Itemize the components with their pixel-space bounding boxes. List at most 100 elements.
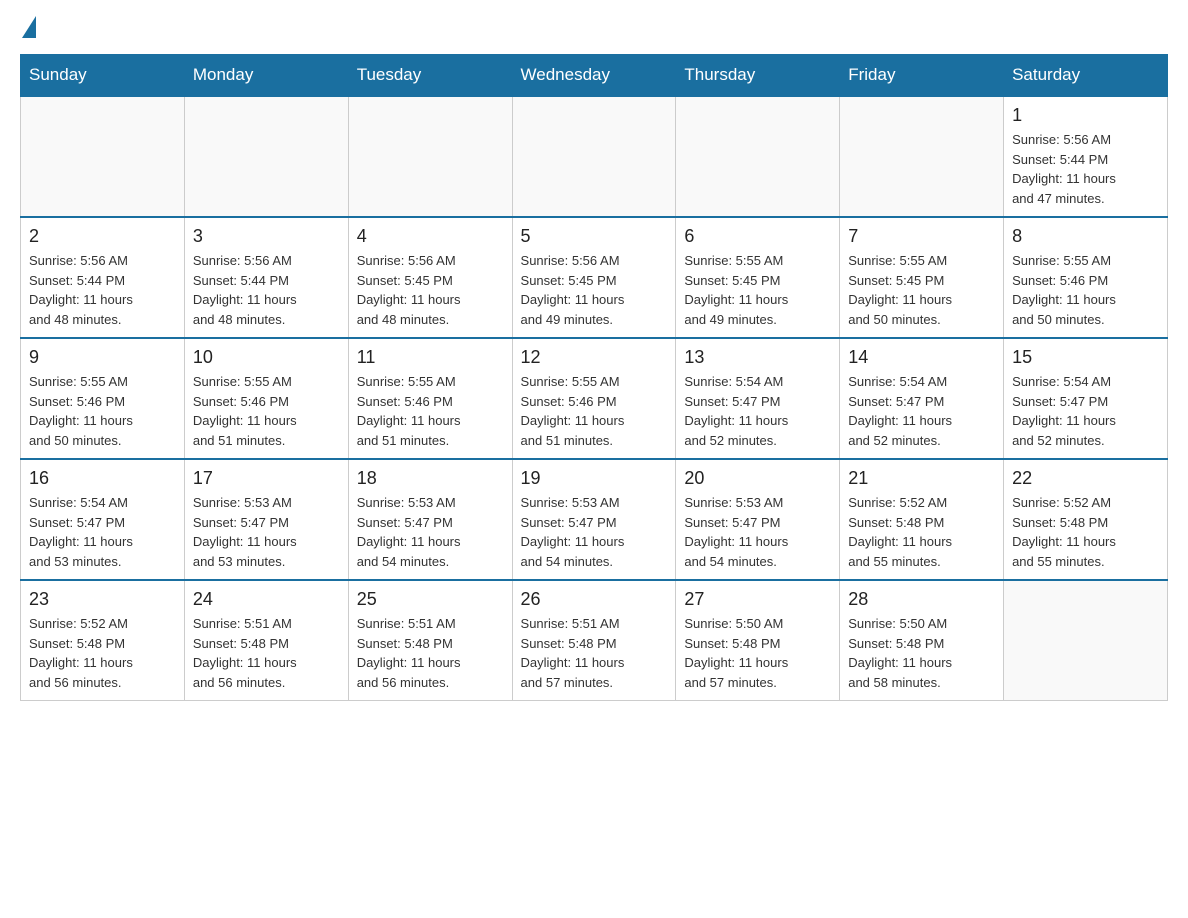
day-info: Sunrise: 5:54 AM Sunset: 5:47 PM Dayligh… — [29, 493, 176, 571]
day-number: 3 — [193, 226, 340, 247]
calendar-day-cell: 1 Sunrise: 5:56 AM Sunset: 5:44 PM Daylig… — [1004, 96, 1168, 217]
calendar-day-cell: 15 Sunrise: 5:54 AM Sunset: 5:47 PM Dayli… — [1004, 338, 1168, 459]
calendar-day-cell: 16 Sunrise: 5:54 AM Sunset: 5:47 PM Dayli… — [21, 459, 185, 580]
day-number: 1 — [1012, 105, 1159, 126]
day-number: 4 — [357, 226, 504, 247]
day-of-week-header: Saturday — [1004, 55, 1168, 97]
day-number: 18 — [357, 468, 504, 489]
day-number: 6 — [684, 226, 831, 247]
calendar-day-cell: 12 Sunrise: 5:55 AM Sunset: 5:46 PM Dayli… — [512, 338, 676, 459]
day-number: 28 — [848, 589, 995, 610]
day-of-week-header: Monday — [184, 55, 348, 97]
day-info: Sunrise: 5:52 AM Sunset: 5:48 PM Dayligh… — [848, 493, 995, 571]
day-info: Sunrise: 5:54 AM Sunset: 5:47 PM Dayligh… — [848, 372, 995, 450]
calendar-day-cell — [840, 96, 1004, 217]
day-info: Sunrise: 5:50 AM Sunset: 5:48 PM Dayligh… — [684, 614, 831, 692]
day-number: 19 — [521, 468, 668, 489]
day-number: 10 — [193, 347, 340, 368]
day-number: 22 — [1012, 468, 1159, 489]
calendar-day-cell: 14 Sunrise: 5:54 AM Sunset: 5:47 PM Dayli… — [840, 338, 1004, 459]
day-info: Sunrise: 5:55 AM Sunset: 5:46 PM Dayligh… — [521, 372, 668, 450]
day-number: 23 — [29, 589, 176, 610]
calendar-day-cell — [184, 96, 348, 217]
day-of-week-header: Wednesday — [512, 55, 676, 97]
day-info: Sunrise: 5:52 AM Sunset: 5:48 PM Dayligh… — [29, 614, 176, 692]
day-number: 26 — [521, 589, 668, 610]
day-info: Sunrise: 5:51 AM Sunset: 5:48 PM Dayligh… — [193, 614, 340, 692]
calendar-week-row: 2 Sunrise: 5:56 AM Sunset: 5:44 PM Daylig… — [21, 217, 1168, 338]
calendar-week-row: 1 Sunrise: 5:56 AM Sunset: 5:44 PM Daylig… — [21, 96, 1168, 217]
day-info: Sunrise: 5:55 AM Sunset: 5:45 PM Dayligh… — [848, 251, 995, 329]
day-info: Sunrise: 5:53 AM Sunset: 5:47 PM Dayligh… — [521, 493, 668, 571]
calendar-day-cell: 3 Sunrise: 5:56 AM Sunset: 5:44 PM Daylig… — [184, 217, 348, 338]
calendar-day-cell: 10 Sunrise: 5:55 AM Sunset: 5:46 PM Dayli… — [184, 338, 348, 459]
day-info: Sunrise: 5:51 AM Sunset: 5:48 PM Dayligh… — [521, 614, 668, 692]
calendar-header-row: SundayMondayTuesdayWednesdayThursdayFrid… — [21, 55, 1168, 97]
day-info: Sunrise: 5:53 AM Sunset: 5:47 PM Dayligh… — [193, 493, 340, 571]
page-header — [20, 20, 1168, 34]
calendar-day-cell — [348, 96, 512, 217]
calendar-day-cell: 23 Sunrise: 5:52 AM Sunset: 5:48 PM Dayli… — [21, 580, 185, 701]
calendar-day-cell: 21 Sunrise: 5:52 AM Sunset: 5:48 PM Dayli… — [840, 459, 1004, 580]
day-info: Sunrise: 5:53 AM Sunset: 5:47 PM Dayligh… — [684, 493, 831, 571]
calendar-day-cell: 8 Sunrise: 5:55 AM Sunset: 5:46 PM Daylig… — [1004, 217, 1168, 338]
day-info: Sunrise: 5:50 AM Sunset: 5:48 PM Dayligh… — [848, 614, 995, 692]
day-number: 27 — [684, 589, 831, 610]
day-info: Sunrise: 5:56 AM Sunset: 5:44 PM Dayligh… — [1012, 130, 1159, 208]
day-info: Sunrise: 5:56 AM Sunset: 5:45 PM Dayligh… — [357, 251, 504, 329]
day-number: 9 — [29, 347, 176, 368]
calendar-day-cell — [676, 96, 840, 217]
day-info: Sunrise: 5:54 AM Sunset: 5:47 PM Dayligh… — [1012, 372, 1159, 450]
day-number: 24 — [193, 589, 340, 610]
day-number: 7 — [848, 226, 995, 247]
day-of-week-header: Sunday — [21, 55, 185, 97]
logo — [20, 20, 36, 34]
day-number: 2 — [29, 226, 176, 247]
day-number: 25 — [357, 589, 504, 610]
calendar-day-cell: 11 Sunrise: 5:55 AM Sunset: 5:46 PM Dayli… — [348, 338, 512, 459]
calendar-week-row: 23 Sunrise: 5:52 AM Sunset: 5:48 PM Dayli… — [21, 580, 1168, 701]
day-number: 14 — [848, 347, 995, 368]
calendar-day-cell: 9 Sunrise: 5:55 AM Sunset: 5:46 PM Daylig… — [21, 338, 185, 459]
day-info: Sunrise: 5:51 AM Sunset: 5:48 PM Dayligh… — [357, 614, 504, 692]
day-info: Sunrise: 5:55 AM Sunset: 5:45 PM Dayligh… — [684, 251, 831, 329]
day-info: Sunrise: 5:52 AM Sunset: 5:48 PM Dayligh… — [1012, 493, 1159, 571]
day-number: 5 — [521, 226, 668, 247]
calendar-day-cell: 28 Sunrise: 5:50 AM Sunset: 5:48 PM Dayli… — [840, 580, 1004, 701]
day-info: Sunrise: 5:55 AM Sunset: 5:46 PM Dayligh… — [357, 372, 504, 450]
day-number: 17 — [193, 468, 340, 489]
calendar-day-cell: 6 Sunrise: 5:55 AM Sunset: 5:45 PM Daylig… — [676, 217, 840, 338]
calendar-day-cell: 24 Sunrise: 5:51 AM Sunset: 5:48 PM Dayli… — [184, 580, 348, 701]
day-info: Sunrise: 5:53 AM Sunset: 5:47 PM Dayligh… — [357, 493, 504, 571]
day-info: Sunrise: 5:54 AM Sunset: 5:47 PM Dayligh… — [684, 372, 831, 450]
calendar-day-cell: 2Sunrise: 5:56 AM Sunset: 5:44 PM Daylig… — [21, 217, 185, 338]
day-of-week-header: Tuesday — [348, 55, 512, 97]
calendar-day-cell — [512, 96, 676, 217]
calendar-day-cell: 20Sunrise: 5:53 AM Sunset: 5:47 PM Dayli… — [676, 459, 840, 580]
calendar-day-cell: 5 Sunrise: 5:56 AM Sunset: 5:45 PM Daylig… — [512, 217, 676, 338]
day-number: 21 — [848, 468, 995, 489]
day-number: 8 — [1012, 226, 1159, 247]
day-info: Sunrise: 5:55 AM Sunset: 5:46 PM Dayligh… — [1012, 251, 1159, 329]
calendar-day-cell: 13 Sunrise: 5:54 AM Sunset: 5:47 PM Dayli… — [676, 338, 840, 459]
day-info: Sunrise: 5:55 AM Sunset: 5:46 PM Dayligh… — [29, 372, 176, 450]
day-of-week-header: Friday — [840, 55, 1004, 97]
day-number: 15 — [1012, 347, 1159, 368]
day-number: 11 — [357, 347, 504, 368]
calendar-week-row: 9 Sunrise: 5:55 AM Sunset: 5:46 PM Daylig… — [21, 338, 1168, 459]
calendar-table: SundayMondayTuesdayWednesdayThursdayFrid… — [20, 54, 1168, 701]
calendar-week-row: 16 Sunrise: 5:54 AM Sunset: 5:47 PM Dayli… — [21, 459, 1168, 580]
day-of-week-header: Thursday — [676, 55, 840, 97]
calendar-day-cell: 26 Sunrise: 5:51 AM Sunset: 5:48 PM Dayli… — [512, 580, 676, 701]
calendar-day-cell: 27 Sunrise: 5:50 AM Sunset: 5:48 PM Dayli… — [676, 580, 840, 701]
day-info: Sunrise: 5:56 AM Sunset: 5:44 PM Dayligh… — [193, 251, 340, 329]
calendar-day-cell — [21, 96, 185, 217]
calendar-day-cell: 22 Sunrise: 5:52 AM Sunset: 5:48 PM Dayli… — [1004, 459, 1168, 580]
day-info: Sunrise: 5:55 AM Sunset: 5:46 PM Dayligh… — [193, 372, 340, 450]
day-number: 12 — [521, 347, 668, 368]
day-info: Sunrise: 5:56 AM Sunset: 5:45 PM Dayligh… — [521, 251, 668, 329]
calendar-day-cell: 25 Sunrise: 5:51 AM Sunset: 5:48 PM Dayli… — [348, 580, 512, 701]
calendar-day-cell: 17 Sunrise: 5:53 AM Sunset: 5:47 PM Dayli… — [184, 459, 348, 580]
day-number: 16 — [29, 468, 176, 489]
day-number: 13 — [684, 347, 831, 368]
